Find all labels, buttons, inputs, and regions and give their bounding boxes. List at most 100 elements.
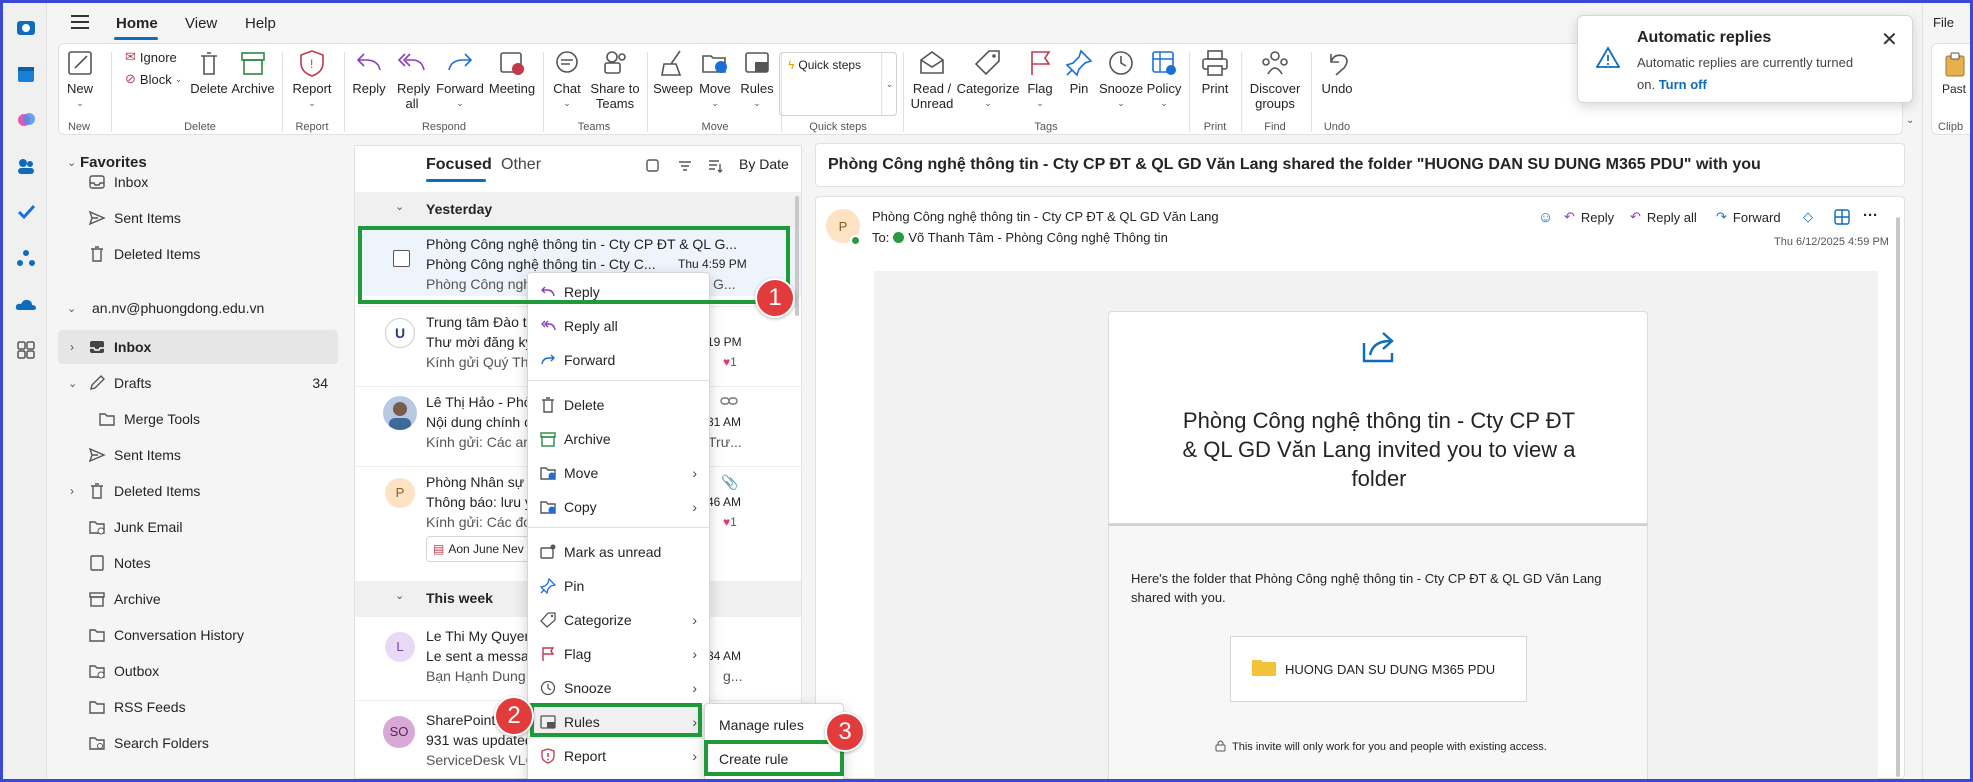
snooze-button[interactable]: Snooze ⌄ [1099, 48, 1143, 111]
share-to-teams-button[interactable]: Share to Teams [589, 48, 641, 111]
folder-junk-email[interactable]: Junk Email [58, 510, 338, 544]
policy-button[interactable]: Policy ⌄ [1143, 48, 1185, 111]
menu-item-move[interactable]: Move › [528, 456, 709, 490]
ribbon-separator [282, 52, 283, 132]
block-button[interactable]: ⊘ Block ⌄ [125, 71, 182, 87]
sweep-button[interactable]: Sweep [653, 48, 693, 96]
onedrive-app-icon[interactable] [15, 293, 37, 315]
menu-item-forward[interactable]: Forward [528, 343, 709, 377]
read-unread-button[interactable]: Read / Unread [907, 48, 957, 111]
fav-deleted-items[interactable]: Deleted Items [58, 237, 338, 271]
report-button[interactable]: ! Report ⌄ [287, 48, 337, 111]
tab-help[interactable]: Help [245, 15, 276, 32]
mail-app-icon[interactable] [15, 17, 37, 39]
people-app-icon[interactable] [15, 155, 37, 177]
menu-item-delete[interactable]: Delete [528, 388, 709, 422]
copilot-app-icon[interactable] [15, 109, 37, 131]
menu-item-report[interactable]: Report › [528, 739, 709, 773]
chat-button[interactable]: Chat ⌄ [547, 48, 587, 111]
fav-inbox[interactable]: Inbox [58, 165, 338, 199]
folder-notes[interactable]: Notes [58, 546, 338, 580]
folder-deleted-items[interactable]: › Deleted Items [58, 474, 338, 508]
menu-item-mark-unread[interactable]: Mark as unread [528, 535, 709, 569]
folder-archive[interactable]: Archive [58, 582, 338, 616]
loop-icon[interactable]: ◇ [1803, 209, 1813, 225]
open-folder-button[interactable]: HUONG DAN SU DUNG M365 PDU [1230, 636, 1527, 702]
close-icon[interactable]: ✕ [1881, 27, 1898, 52]
folder-drafts[interactable]: ⌄ Drafts 34 [58, 366, 338, 400]
paste-label[interactable]: Past [1942, 82, 1966, 96]
account-header[interactable]: ⌄ an.nv@phuongdong.edu.vn [58, 291, 338, 325]
more-options-icon[interactable]: ··· [1863, 207, 1878, 224]
tab-other[interactable]: Other [501, 156, 541, 174]
rules-button[interactable]: Rules ⌄ [737, 48, 777, 111]
turn-off-link[interactable]: Turn off [1659, 77, 1707, 92]
delete-button[interactable]: Delete [189, 48, 229, 96]
list-scrollbar[interactable] [795, 196, 799, 316]
quick-steps-item[interactable]: ϟ Quick steps [788, 58, 861, 72]
ribbon-collapse-icon[interactable]: ⌄ [1906, 115, 1914, 126]
ignore-button[interactable]: ✉ Ignore [125, 49, 177, 65]
quick-steps-box[interactable]: ϟ Quick steps ⌄ [779, 52, 897, 116]
reading-reply-all-button[interactable]: ↶ Reply all [1630, 209, 1697, 225]
sort-label[interactable]: By Date [739, 156, 789, 172]
meeting-button[interactable]: Meeting [487, 48, 537, 96]
select-icon[interactable] [645, 158, 661, 178]
sender-name[interactable]: Phòng Công nghệ thông tin - Cty CP ĐT & … [872, 209, 1219, 224]
folder-search-folders[interactable]: Search Folders [58, 726, 338, 760]
pin-button[interactable]: Pin [1061, 48, 1097, 96]
folder-rss-feeds[interactable]: RSS Feeds [58, 690, 338, 724]
tab-view[interactable]: View [185, 15, 217, 32]
calendar-app-icon[interactable] [15, 63, 37, 85]
recipient-name[interactable]: Võ Thanh Tâm - Phòng Công nghệ Thông tin [908, 230, 1167, 245]
archive-button[interactable]: Archive [231, 48, 275, 96]
step-badge-3: 3 [825, 712, 865, 752]
group-header-yesterday[interactable]: ⌄ Yesterday [355, 192, 801, 228]
move-button[interactable]: Move ⌄ [695, 48, 735, 111]
reading-reply-button[interactable]: ↶ Reply [1564, 209, 1614, 225]
forward-button[interactable]: Forward ⌄ [435, 48, 485, 111]
menu-item-label: Snooze [564, 680, 612, 696]
apps-icon[interactable] [1834, 209, 1850, 229]
reply-button[interactable]: Reply [349, 48, 389, 96]
reply-all-label: Reply all [397, 81, 431, 111]
tab-focused[interactable]: Focused [426, 156, 492, 174]
reading-forward-button[interactable]: ↷ Forward [1716, 209, 1781, 225]
menu-item-manage-rules[interactable]: Manage rules [705, 708, 843, 742]
folder-sent-items[interactable]: Sent Items [58, 438, 338, 472]
menu-item-flag[interactable]: Flag › [528, 637, 709, 671]
fav-sent-items[interactable]: Sent Items [58, 201, 338, 235]
categorize-button[interactable]: Categorize ⌄ [957, 48, 1019, 111]
menu-item-pin[interactable]: Pin [528, 569, 709, 603]
menu-item-copy[interactable]: Copy › [528, 490, 709, 524]
flag-button[interactable]: Flag ⌄ [1021, 48, 1059, 111]
menu-item-archive[interactable]: Archive [528, 422, 709, 456]
org-app-icon[interactable] [15, 247, 37, 269]
avatar: L [385, 632, 415, 662]
tab-home[interactable]: Home [116, 15, 158, 32]
undo-button[interactable]: Undo [1317, 48, 1357, 96]
filter-icon[interactable] [677, 158, 693, 178]
quick-steps-dropdown-icon[interactable]: ⌄ [881, 53, 897, 115]
folder-merge-tools[interactable]: Merge Tools [58, 402, 338, 436]
attachment-icon: 📎 [721, 474, 739, 490]
new-button[interactable]: New ⌄ [61, 48, 99, 111]
menu-item-categorize[interactable]: Categorize › [528, 603, 709, 637]
paste-icon[interactable] [1944, 52, 1966, 82]
discover-groups-button[interactable]: Discover groups [1245, 48, 1305, 111]
menu-item-snooze[interactable]: Snooze › [528, 671, 709, 705]
sort-icon[interactable] [707, 158, 723, 178]
todo-app-icon[interactable] [15, 201, 37, 223]
folder-inbox[interactable]: › Inbox [58, 330, 338, 364]
more-apps-icon[interactable] [15, 339, 37, 361]
attachment-chip[interactable]: ▤ Aon June Nev [426, 536, 536, 562]
print-button[interactable]: Print [1195, 48, 1235, 96]
emoji-icon[interactable]: ☺ [1538, 209, 1553, 226]
menu-item-reply-all[interactable]: Reply all [528, 309, 709, 343]
folder-outbox[interactable]: Outbox [58, 654, 338, 688]
hamburger-menu-icon[interactable] [71, 15, 89, 33]
tab-file[interactable]: File [1933, 15, 1954, 30]
reply-all-button[interactable]: Reply all [389, 48, 435, 111]
reading-scrollbar[interactable] [1896, 217, 1900, 777]
folder-conversation-history[interactable]: Conversation History [58, 618, 338, 652]
